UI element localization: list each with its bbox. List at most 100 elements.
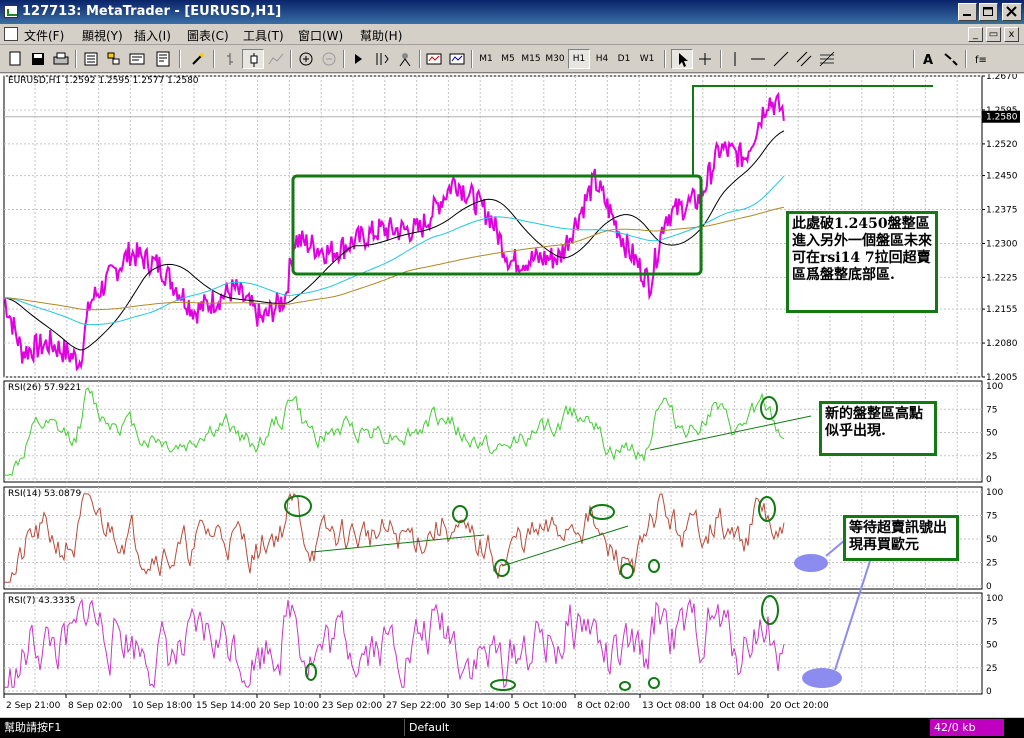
time-tick-label: 13 Oct 08:00 <box>642 701 701 711</box>
timeframe-m5[interactable]: M5 <box>498 49 518 69</box>
minimize-button[interactable] <box>958 3 977 21</box>
svg-text:A: A <box>923 53 933 67</box>
navigator-button[interactable] <box>103 49 125 69</box>
menu-insert[interactable]: 插入(I) <box>134 27 171 44</box>
text-tool-button[interactable]: A <box>917 49 939 69</box>
mdi-restore-button[interactable]: ▭ <box>986 27 1001 42</box>
timeframe-m30[interactable]: M30 <box>544 49 566 69</box>
timeframe-h4[interactable]: H4 <box>592 49 612 69</box>
crosshair-button[interactable] <box>694 49 716 69</box>
menu-tools[interactable]: 工具(T) <box>243 27 284 44</box>
horizontal-line-button[interactable] <box>747 49 769 69</box>
market-watch-button[interactable] <box>80 49 102 69</box>
current-price-label: 1.2580 <box>986 113 1018 123</box>
channel-icon <box>796 51 812 67</box>
fibonacci-button[interactable] <box>816 49 838 69</box>
annotation-wait-oversold: 等待超賣訊號出現再買歐元 <box>843 515 959 561</box>
svg-text:f≡: f≡ <box>975 55 987 66</box>
cursor-button[interactable] <box>671 49 693 69</box>
price-tick-label: 1.2155 <box>986 305 1018 315</box>
menu-chart[interactable]: 圖表(C) <box>187 27 229 44</box>
price-tick-label: 1.2225 <box>986 273 1018 283</box>
timeframe-m15[interactable]: M15 <box>520 49 542 69</box>
channel-button[interactable] <box>793 49 815 69</box>
menu-file[interactable]: 文件(F) <box>24 27 64 44</box>
time-tick-label: 8 Oct 02:00 <box>577 701 630 711</box>
terminal-button[interactable] <box>126 49 148 69</box>
menu-view[interactable]: 顯視(Y) <box>82 27 123 44</box>
rsi-tick-label: 100 <box>986 488 1003 498</box>
timeframe-d1[interactable]: D1 <box>614 49 634 69</box>
time-tick-label: 8 Sep 02:00 <box>68 701 123 711</box>
mdi-close-button[interactable]: x <box>1004 27 1019 42</box>
annotation-new-high: 新的盤整區高點似乎出現. <box>819 401 937 456</box>
rsi-tick-label: 50 <box>986 535 998 545</box>
timeframe-h1[interactable]: H1 <box>568 49 590 69</box>
horizontal-line-icon <box>751 58 765 60</box>
chart-area[interactable]: 1.26701.25951.25201.24501.23751.23001.22… <box>0 74 1024 717</box>
zoom-in-button[interactable] <box>295 49 317 69</box>
menu-window[interactable]: 窗口(W) <box>298 27 343 44</box>
mdi-minimize-button[interactable]: _ <box>968 27 983 42</box>
time-tick-label: 20 Oct 20:00 <box>770 701 829 711</box>
rsi7-label: RSI(7) 43.3335 <box>8 596 76 606</box>
expert-button[interactable] <box>187 49 209 69</box>
line-chart-icon <box>268 53 284 65</box>
templates-icon <box>426 53 442 65</box>
arrows-icon <box>944 53 958 66</box>
time-tick-label: 20 Sep 10:00 <box>259 701 319 711</box>
chart-shift-button[interactable] <box>371 49 393 69</box>
restore-icon <box>983 7 993 16</box>
new-chart-button[interactable] <box>4 49 26 69</box>
vertical-line-icon <box>734 52 736 66</box>
oversold-marker-rsi7 <box>802 668 842 688</box>
rsi-tick-label: 75 <box>986 617 997 627</box>
price-tick-label: 1.2375 <box>986 206 1018 216</box>
print-button[interactable] <box>50 49 72 69</box>
autoscroll-button[interactable] <box>348 49 370 69</box>
time-tick-label: 15 Sep 14:00 <box>196 701 256 711</box>
chart-canvas[interactable]: 1.26701.25951.25201.24501.23751.23001.22… <box>0 74 1024 717</box>
main-chart-info: EURUSD,H1 1.2592 1.2595 1.2577 1.2580 <box>8 76 199 86</box>
vertical-line-button[interactable] <box>724 49 746 69</box>
time-tick-label: 27 Sep 22:00 <box>386 701 446 711</box>
more-tools-button[interactable]: f≡ <box>970 49 992 69</box>
rsi-tick-label: 0 <box>986 582 992 592</box>
trendline-icon <box>773 51 789 67</box>
print-icon <box>53 52 69 65</box>
arrows-button[interactable] <box>940 49 962 69</box>
menu-help[interactable]: 幫助(H) <box>360 27 402 44</box>
navigator-icon <box>107 52 120 65</box>
status-profile: Default <box>404 719 574 736</box>
status-help: 幫助請按F1 <box>4 721 62 734</box>
status-traffic: 42/0 kb <box>930 719 1004 736</box>
rsi-tick-label: 50 <box>986 429 998 439</box>
save-button[interactable] <box>27 49 49 69</box>
bar-chart-button[interactable] <box>219 49 241 69</box>
timeframe-m1[interactable]: M1 <box>476 49 496 69</box>
rsi-tick-label: 25 <box>986 664 997 674</box>
restore-button[interactable] <box>979 3 998 21</box>
rsi14-pane <box>3 486 983 590</box>
periods-button[interactable] <box>446 49 468 69</box>
oversold-marker-rsi14 <box>794 554 828 572</box>
close-button[interactable] <box>1002 3 1022 21</box>
rsi-tick-label: 50 <box>986 641 998 651</box>
close-icon <box>1006 6 1017 17</box>
price-tick-label: 1.2080 <box>986 339 1018 349</box>
rsi-tick-label: 100 <box>986 594 1003 604</box>
metatrader-window: 127713: MetaTrader - [EURUSD,H1] 文件(F) 顯… <box>0 0 1024 738</box>
tester-button[interactable] <box>152 49 174 69</box>
templates-button[interactable] <box>423 49 445 69</box>
timeframe-w1[interactable]: W1 <box>636 49 658 69</box>
trendline-button[interactable] <box>770 49 792 69</box>
indicators-button[interactable] <box>394 49 416 69</box>
line-chart-button[interactable] <box>265 49 287 69</box>
tester-icon <box>156 51 170 67</box>
candle-chart-button[interactable] <box>242 49 264 69</box>
menu-bar: 文件(F) 顯視(Y) 插入(I) 圖表(C) 工具(T) 窗口(W) 幫助(H… <box>0 24 1024 45</box>
zoom-out-button[interactable] <box>318 49 340 69</box>
minimize-icon <box>963 14 971 16</box>
toolbar: M1 M5 M15 M30 H1 H4 D1 W1 A f≡ <box>0 46 1024 73</box>
new-chart-icon <box>9 51 21 66</box>
